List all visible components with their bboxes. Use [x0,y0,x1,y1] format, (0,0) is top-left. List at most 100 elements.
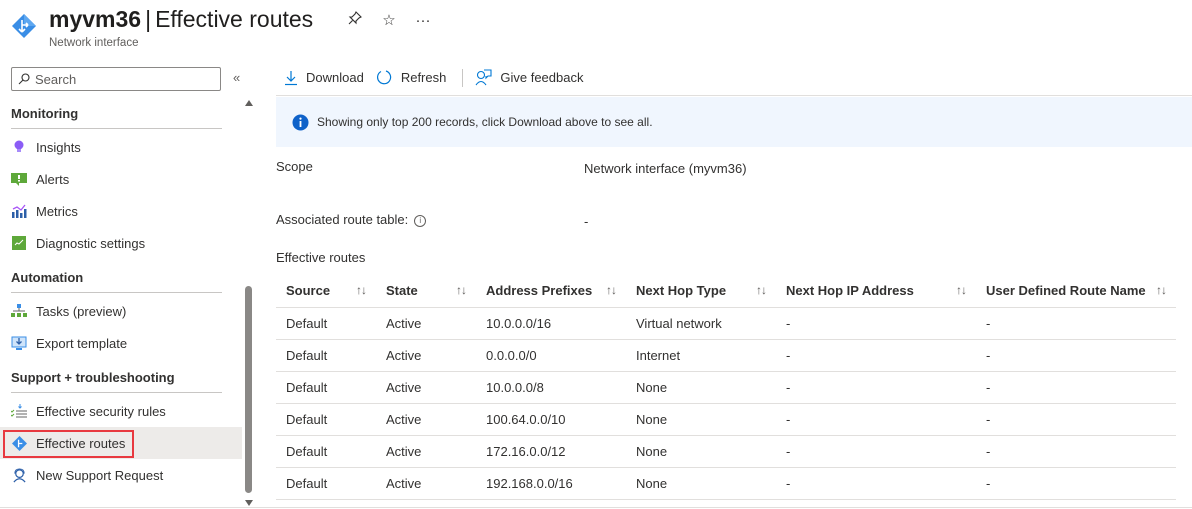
table-cell: - [976,371,1176,404]
scope-label: Scope [276,159,313,174]
sidebar-item-label: Metrics [36,203,78,219]
table-cell: - [976,435,1176,468]
sidebar-item-label: Insights [36,139,81,155]
sidebar-item-diagnostic-settings[interactable]: Diagnostic settings [0,227,242,259]
column-label: Next Hop IP Address [786,282,914,298]
refresh-label: Refresh [400,70,447,85]
page-header: myvm36 | Effective routes Network interfac… [0,0,1192,60]
sidebar-item-label: Alerts [36,171,70,187]
give-feedback-button[interactable]: Give feedback [475,69,583,86]
route-table-value: - [584,214,589,229]
table-cell: 192.168.0.0/16 [476,467,626,500]
column-header-source[interactable]: Source ↑↓ [276,274,376,308]
sidebar-item-export-template[interactable]: Export template [0,327,242,359]
sidebar-scrollbar[interactable] [243,100,255,506]
column-label: Address Prefixes [486,282,593,298]
table-cell: - [976,467,1176,500]
table-cell: None [626,435,776,468]
sidebar-item-alerts[interactable]: Alerts [0,163,242,195]
sort-icon[interactable]: ↑↓ [1156,283,1167,297]
ellipsis-icon[interactable]: ··· [414,12,432,29]
sort-icon[interactable]: ↑↓ [456,283,467,297]
column-header-address-prefixes[interactable]: Address Prefixes ↑↓ [476,274,626,308]
search-input[interactable] [35,71,205,87]
column-header-state[interactable]: State ↑↓ [376,274,476,308]
table-row: Default Active 192.168.0.0/16 None - - [276,467,1176,500]
download-label: Download [306,70,364,85]
table-cell: Default [276,435,376,468]
bottom-divider [0,507,1192,508]
sidebar-item-effective-security-rules[interactable]: Effective security rules [0,395,242,427]
column-label: Source [286,282,331,298]
search-icon [18,73,30,85]
download-button[interactable]: Download [284,70,364,86]
section-automation: Automation [11,270,84,285]
table-cell: 10.0.0.0/8 [476,371,626,404]
routes-table-body: Default Active 10.0.0.0/16 Virtual network -… [276,307,1176,500]
table-row: Default Active 10.0.0.0/16 Virtual network -… [276,307,1176,340]
feedback-label: Give feedback [500,70,584,85]
table-cell: - [776,403,976,436]
sort-icon[interactable]: ↑↓ [606,283,617,297]
info-tooltip-icon[interactable]: i [414,214,427,227]
sidebar-item-insights[interactable]: Insights [0,131,242,163]
collapse-sidebar-button[interactable]: « [233,70,240,85]
refresh-button[interactable]: Refresh [376,69,447,86]
table-row: Default Active 10.0.0.0/8 None - - [276,371,1176,404]
table-cell: Active [376,371,476,404]
sort-icon[interactable]: ↑↓ [756,283,767,297]
sidebar-item-new-support-request[interactable]: New Support Request [0,459,242,491]
table-cell: Default [276,467,376,500]
security-rules-icon [11,403,27,419]
support-icon [11,467,27,483]
command-bar: Download Refresh Give feedback [276,60,1192,96]
table-cell: None [626,403,776,436]
table-cell: 100.64.0.0/10 [476,403,626,436]
alert-icon [11,171,27,187]
sidebar-item-metrics[interactable]: Metrics [0,195,242,227]
table-cell: - [776,371,976,404]
title-separator: | [145,6,152,32]
info-icon [292,114,309,130]
table-cell: - [976,339,1176,372]
table-cell: Active [376,435,476,468]
scope-value: Network interface (myvm36) [584,161,747,176]
table-row: Default Active 0.0.0.0/0 Internet - - [276,339,1176,372]
info-banner: Showing only top 200 records, click Down… [276,97,1192,147]
table-cell: None [626,467,776,500]
table-cell: - [776,339,976,372]
route-table-label: Associated route table: [276,212,409,227]
table-cell: - [776,467,976,500]
refresh-icon [376,70,392,85]
sort-icon[interactable]: ↑↓ [356,283,367,297]
sidebar-item-label: Diagnostic settings [36,235,146,251]
column-label: User Defined Route Name [986,282,1146,298]
scroll-thumb[interactable] [245,286,252,493]
scroll-down-arrow[interactable] [245,500,253,506]
section-monitoring: Monitoring [11,106,79,121]
table-cell: - [976,403,1176,436]
sidebar-item-label: New Support Request [36,467,164,483]
feedback-icon [475,69,492,86]
sidebar-item-tasks[interactable]: Tasks (preview) [0,295,242,327]
scroll-up-arrow[interactable] [245,100,253,106]
route-table-label-row: Associated route table: i [276,212,427,227]
pin-icon[interactable] [346,11,364,29]
sidebar-item-label: Tasks (preview) [36,303,127,319]
resource-name: myvm36 [49,6,142,32]
table-cell: Active [376,307,476,340]
column-header-udr-name[interactable]: User Defined Route Name ↑↓ [976,274,1176,308]
table-cell: Internet [626,339,776,372]
search-box[interactable] [11,67,221,91]
sort-icon[interactable]: ↑↓ [956,283,967,297]
table-cell: Active [376,403,476,436]
network-interface-icon [12,14,36,38]
table-row: Default Active 100.64.0.0/10 None - - [276,403,1176,436]
star-icon[interactable]: ☆ [380,11,398,29]
lightbulb-icon [11,139,27,155]
sidebar-item-effective-routes[interactable]: Effective routes [0,427,242,459]
sidebar-item-label: Export template [36,335,128,351]
table-row: Default Active 172.16.0.0/12 None - - [276,435,1176,468]
column-header-next-hop-ip[interactable]: Next Hop IP Address ↑↓ [776,274,976,308]
column-header-next-hop-type[interactable]: Next Hop Type ↑↓ [626,274,776,308]
